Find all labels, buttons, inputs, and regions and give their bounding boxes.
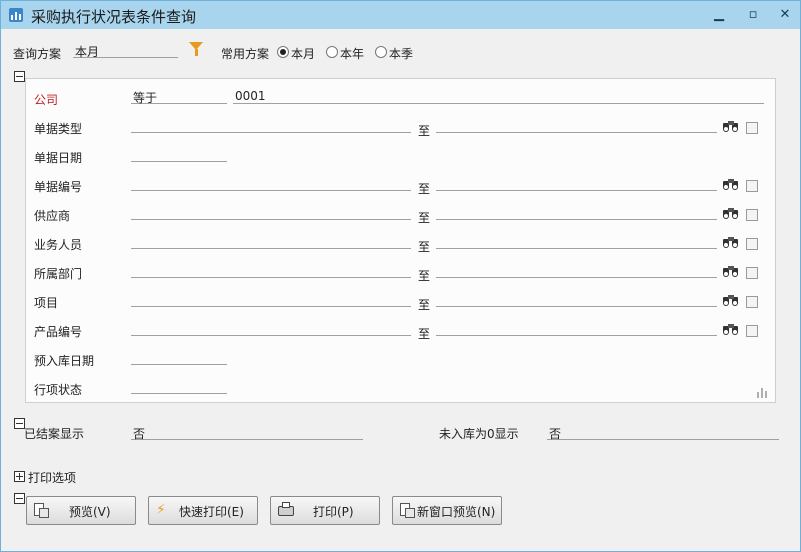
- condition-label: 单据日期: [34, 151, 83, 165]
- date-input[interactable]: [131, 350, 227, 365]
- app-chart-icon: [9, 8, 23, 22]
- binoculars-icon[interactable]: [723, 237, 739, 249]
- print-button-label: 打印(P): [313, 505, 354, 519]
- filter-icon[interactable]: [189, 42, 203, 56]
- panel-logo-icon: [757, 388, 769, 398]
- range-to-input[interactable]: [436, 263, 717, 278]
- client-area: 查询方案 本月 常用方案 本月 本年 本季 公司 等于 0001 单据类型 至 …: [1, 29, 800, 551]
- range-from-input[interactable]: [131, 263, 411, 278]
- range-separator: 至: [418, 240, 431, 254]
- print-button[interactable]: 打印(P): [270, 496, 380, 525]
- range-separator: 至: [418, 327, 431, 341]
- radio-this-month-label[interactable]: 本月: [291, 45, 315, 62]
- maximize-button[interactable]: ▫: [740, 5, 766, 25]
- radio-this-quarter-label[interactable]: 本季: [389, 45, 413, 62]
- preview-icon: [33, 503, 49, 518]
- quick-print-button[interactable]: ⚡ 快速打印(E): [148, 496, 258, 525]
- new-window-preview-button-label: 新窗口预览(N): [417, 505, 496, 519]
- radio-this-year-label[interactable]: 本年: [340, 45, 364, 62]
- binoculars-icon[interactable]: [723, 208, 739, 220]
- range-separator: 至: [418, 182, 431, 196]
- radio-this-month[interactable]: [277, 46, 289, 58]
- close-button[interactable]: ✕: [772, 5, 798, 25]
- range-from-input[interactable]: [131, 321, 411, 336]
- condition-checkbox[interactable]: [746, 325, 758, 337]
- binoculars-icon[interactable]: [723, 266, 739, 278]
- range-separator: 至: [418, 269, 431, 283]
- condition-label: 产品编号: [34, 325, 83, 339]
- radio-this-quarter[interactable]: [375, 46, 387, 58]
- radio-this-year[interactable]: [326, 46, 338, 58]
- common-scheme-label: 常用方案: [221, 47, 270, 61]
- range-from-input[interactable]: [131, 205, 411, 220]
- closed-display-label: 已结案显示: [24, 427, 85, 441]
- range-to-input[interactable]: [436, 176, 717, 191]
- binoculars-icon[interactable]: [723, 324, 739, 336]
- range-from-input[interactable]: [131, 292, 411, 307]
- minimize-button[interactable]: ▁: [706, 5, 732, 25]
- range-to-input[interactable]: [436, 292, 717, 307]
- preview-button[interactable]: 预览(V): [26, 496, 136, 525]
- company-label: 公司: [34, 93, 59, 107]
- closed-display-select[interactable]: 否: [131, 425, 363, 441]
- binoculars-icon[interactable]: [723, 121, 739, 133]
- unreceived-zero-label: 未入库为0显示: [439, 427, 519, 441]
- condition-label: 业务人员: [34, 238, 83, 252]
- condition-label: 供应商: [34, 209, 71, 223]
- window-title: 采购执行状况表条件查询: [31, 8, 197, 26]
- condition-checkbox[interactable]: [746, 267, 758, 279]
- query-window: 采购执行状况表条件查询 ▁ ▫ ✕ 查询方案 本月 常用方案 本月 本年 本季 …: [0, 0, 801, 552]
- lightning-icon: ⚡: [156, 502, 166, 518]
- condition-label: 项目: [34, 296, 59, 310]
- condition-label: 所属部门: [34, 267, 83, 281]
- binoculars-icon[interactable]: [723, 295, 739, 307]
- range-separator: 至: [418, 211, 431, 225]
- condition-label: 单据编号: [34, 180, 83, 194]
- range-from-input[interactable]: [131, 234, 411, 249]
- condition-checkbox[interactable]: [746, 180, 758, 192]
- unreceived-zero-select[interactable]: 否: [547, 425, 779, 441]
- collapse-conditions-icon[interactable]: [14, 71, 25, 82]
- printer-icon: [277, 502, 294, 517]
- quick-print-button-label: 快速打印(E): [179, 505, 244, 519]
- new-window-preview-button[interactable]: 新窗口预览(N): [392, 496, 502, 525]
- range-separator: 至: [418, 124, 431, 138]
- new-window-preview-icon: [399, 503, 415, 518]
- range-to-input[interactable]: [436, 321, 717, 336]
- company-operator[interactable]: 等于: [131, 89, 227, 105]
- range-from-input[interactable]: [131, 118, 411, 133]
- condition-checkbox[interactable]: [746, 122, 758, 134]
- range-to-input[interactable]: [436, 234, 717, 249]
- print-options-label[interactable]: 打印选项: [28, 469, 76, 486]
- conditions-panel: 公司 等于 0001 单据类型 至 单据日期 单据编号 至 供应商 至 业务人员…: [25, 78, 776, 403]
- preview-button-label: 预览(V): [69, 505, 111, 519]
- expand-print-options-icon[interactable]: [14, 471, 25, 482]
- range-to-input[interactable]: [436, 205, 717, 220]
- range-separator: 至: [418, 298, 431, 312]
- title-bar: 采购执行状况表条件查询 ▁ ▫ ✕: [1, 1, 800, 29]
- date-input[interactable]: [131, 147, 227, 162]
- condition-checkbox[interactable]: [746, 296, 758, 308]
- range-from-input[interactable]: [131, 176, 411, 191]
- scheme-label: 查询方案: [13, 47, 62, 61]
- condition-label: 单据类型: [34, 122, 83, 136]
- range-to-input[interactable]: [436, 118, 717, 133]
- collapse-buttons-icon[interactable]: [14, 493, 25, 504]
- condition-checkbox[interactable]: [746, 238, 758, 250]
- binoculars-icon[interactable]: [723, 179, 739, 191]
- condition-label: 行项状态: [34, 383, 83, 397]
- status-input[interactable]: [131, 379, 227, 394]
- scheme-input[interactable]: 本月: [73, 43, 178, 59]
- condition-label: 预入库日期: [34, 354, 95, 368]
- company-value[interactable]: 0001: [233, 89, 764, 104]
- condition-checkbox[interactable]: [746, 209, 758, 221]
